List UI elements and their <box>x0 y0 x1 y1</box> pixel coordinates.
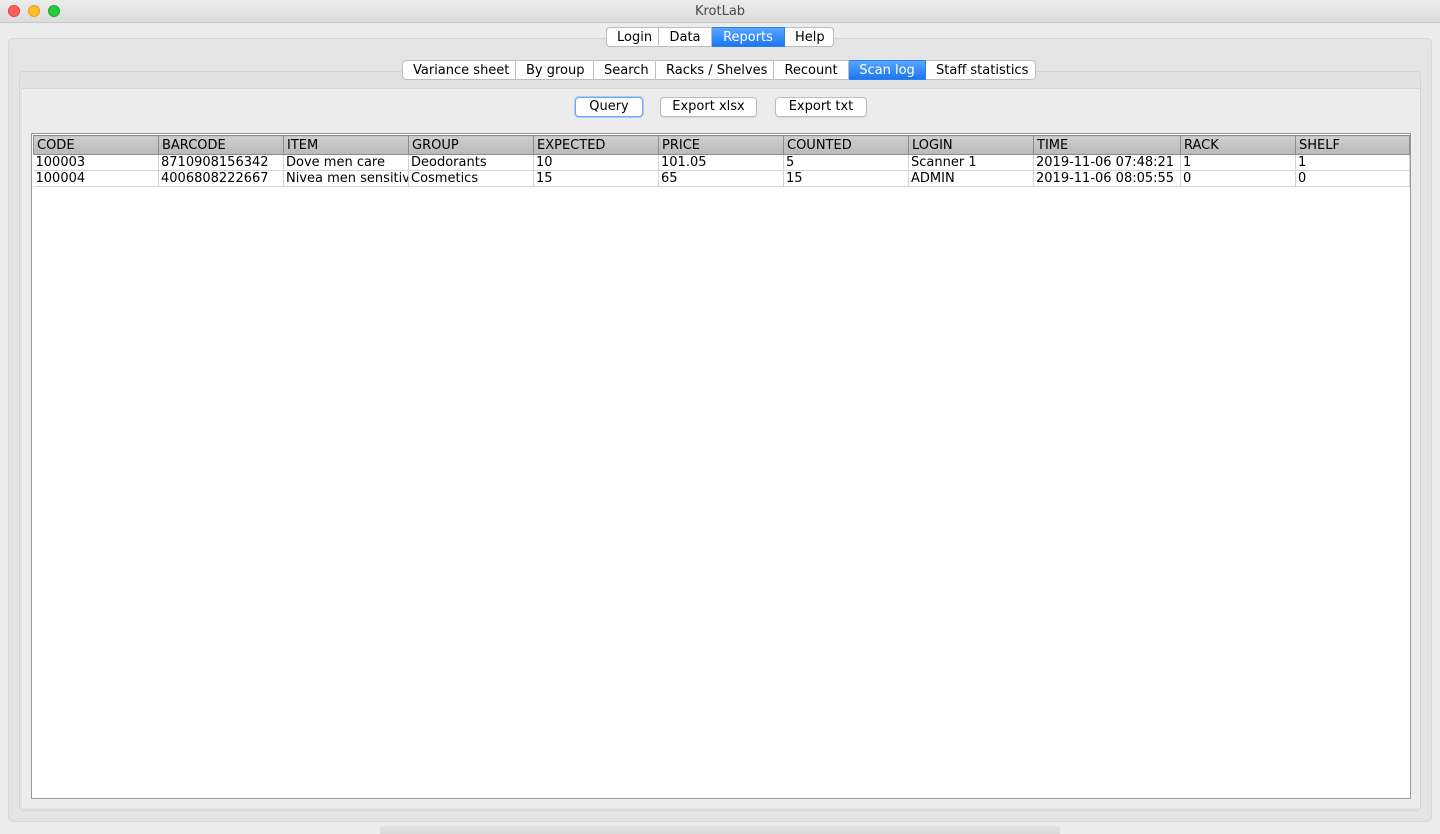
main-tab-bar: Login Data Reports Help <box>606 27 834 47</box>
cell-rack[interactable]: 0 <box>1180 170 1296 187</box>
window-resize-edge <box>380 826 1060 834</box>
cell-barcode[interactable]: 8710908156342 <box>158 154 284 171</box>
tab-login[interactable]: Login <box>606 27 659 47</box>
column-header-barcode[interactable]: BARCODE <box>158 135 284 155</box>
export-txt-button[interactable]: Export txt <box>775 97 867 117</box>
cell-expected[interactable]: 15 <box>533 170 659 187</box>
column-header-time[interactable]: TIME <box>1033 135 1181 155</box>
tab-variance-sheet[interactable]: Variance sheet <box>402 60 516 80</box>
tab-by-group[interactable]: By group <box>516 60 594 80</box>
column-header-counted[interactable]: COUNTED <box>783 135 909 155</box>
column-header-group[interactable]: GROUP <box>408 135 534 155</box>
cell-time[interactable]: 2019-11-06 07:48:21 <box>1033 154 1181 171</box>
cell-barcode[interactable]: 4006808222667 <box>158 170 284 187</box>
column-header-expected[interactable]: EXPECTED <box>533 135 659 155</box>
cell-item[interactable]: Dove men care <box>283 154 409 171</box>
column-header-login[interactable]: LOGIN <box>908 135 1034 155</box>
cell-counted[interactable]: 5 <box>783 154 909 171</box>
cell-shelf[interactable]: 0 <box>1295 170 1410 187</box>
column-header-item[interactable]: ITEM <box>283 135 409 155</box>
table-row[interactable]: 100004 4006808222667 Nivea men sensitive… <box>33 170 1410 187</box>
window-title: KrotLab <box>694 4 746 19</box>
cell-expected[interactable]: 10 <box>533 154 659 171</box>
cell-code[interactable]: 100004 <box>33 170 159 187</box>
cell-group[interactable]: Deodorants <box>408 154 534 171</box>
tab-data[interactable]: Data <box>659 27 712 47</box>
column-header-rack[interactable]: RACK <box>1180 135 1296 155</box>
cell-rack[interactable]: 1 <box>1180 154 1296 171</box>
cell-counted[interactable]: 15 <box>783 170 909 187</box>
export-xlsx-button[interactable]: Export xlsx <box>660 97 757 117</box>
cell-login[interactable]: Scanner 1 <box>908 154 1034 171</box>
query-button[interactable]: Query <box>575 97 643 117</box>
tab-help[interactable]: Help <box>785 27 834 47</box>
scan-log-table-scrollpane[interactable]: CODE BARCODE ITEM GROUP EXPECTED PRICE C… <box>31 133 1411 799</box>
tab-staff-statistics[interactable]: Staff statistics <box>926 60 1036 80</box>
cell-item[interactable]: Nivea men sensitive <box>283 170 409 187</box>
cell-price[interactable]: 65 <box>658 170 784 187</box>
table-header-row: CODE BARCODE ITEM GROUP EXPECTED PRICE C… <box>33 135 1410 155</box>
scan-log-table: CODE BARCODE ITEM GROUP EXPECTED PRICE C… <box>33 135 1410 187</box>
tab-scan-log[interactable]: Scan log <box>849 60 926 80</box>
cell-code[interactable]: 100003 <box>33 154 159 171</box>
tab-search[interactable]: Search <box>594 60 656 80</box>
reports-tab-bar: Variance sheet By group Search Racks / S… <box>402 60 1036 80</box>
title-bar[interactable]: KrotLab <box>0 0 1440 23</box>
tab-recount[interactable]: Recount <box>774 60 849 80</box>
column-header-price[interactable]: PRICE <box>658 135 784 155</box>
cell-time[interactable]: 2019-11-06 08:05:55 <box>1033 170 1181 187</box>
tab-racks-shelves[interactable]: Racks / Shelves <box>656 60 774 80</box>
cell-group[interactable]: Cosmetics <box>408 170 534 187</box>
table-row[interactable]: 100003 8710908156342 Dove men care Deodo… <box>33 154 1410 171</box>
cell-shelf[interactable]: 1 <box>1295 154 1410 171</box>
column-header-shelf[interactable]: SHELF <box>1295 135 1410 155</box>
column-header-code[interactable]: CODE <box>33 135 159 155</box>
cell-price[interactable]: 101.05 <box>658 154 784 171</box>
app-window: KrotLab Login Data Reports Help Variance… <box>0 0 1440 834</box>
tab-reports[interactable]: Reports <box>712 27 785 47</box>
cell-login[interactable]: ADMIN <box>908 170 1034 187</box>
